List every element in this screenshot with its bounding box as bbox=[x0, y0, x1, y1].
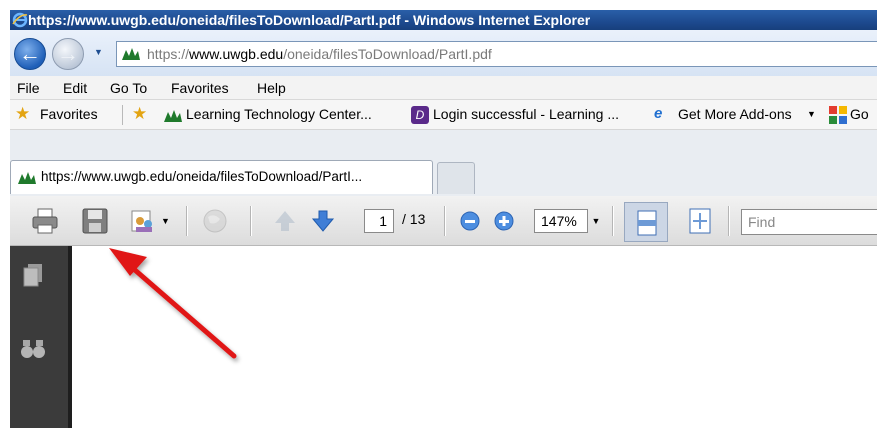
recent-pages-dropdown-icon[interactable]: ▼ bbox=[94, 47, 103, 57]
back-arrow-icon: ← bbox=[19, 41, 41, 66]
tab-row: https://www.uwgb.edu/oneida/filesToDownl… bbox=[10, 130, 877, 196]
fit-page-icon[interactable] bbox=[687, 207, 713, 235]
title-bar: https://www.uwgb.edu/oneida/filesToDownl… bbox=[10, 10, 877, 30]
tab-title: https://www.uwgb.edu/oneida/filesToDownl… bbox=[41, 169, 363, 184]
web-globe-icon bbox=[203, 209, 227, 233]
previous-page-icon bbox=[275, 211, 295, 231]
add-favorite-icon[interactable]: ★ bbox=[132, 104, 147, 124]
site-favicon-icon bbox=[18, 172, 36, 184]
favorite-login-successful[interactable]: Login successful - Learning ... bbox=[433, 106, 619, 122]
back-button[interactable]: ← bbox=[14, 38, 46, 70]
search-binoculars-icon[interactable] bbox=[20, 338, 46, 360]
forward-button[interactable]: → bbox=[52, 38, 84, 70]
site-favicon-icon bbox=[121, 46, 141, 62]
desire2learn-icon: D bbox=[411, 106, 429, 124]
google-icon bbox=[829, 106, 847, 124]
save-icon[interactable] bbox=[80, 207, 110, 235]
toolbar-separator bbox=[612, 206, 614, 236]
pages-panel-icon[interactable] bbox=[22, 262, 44, 288]
page-number-input[interactable]: 1 bbox=[364, 209, 394, 233]
favorite-go[interactable]: Go bbox=[850, 106, 869, 122]
page-count: / 13 bbox=[402, 211, 426, 227]
collaborate-dropdown-icon[interactable]: ▼ bbox=[161, 216, 170, 226]
favorite-learning-technology-center[interactable]: Learning Technology Center... bbox=[186, 106, 372, 122]
menu-file[interactable]: File bbox=[17, 80, 40, 96]
menu-go-to[interactable]: Go To bbox=[110, 80, 147, 96]
zoom-out-icon[interactable] bbox=[458, 207, 482, 235]
favorites-button[interactable]: Favorites bbox=[40, 106, 98, 122]
menu-bar: File Edit Go To Favorites Help bbox=[10, 76, 877, 100]
address-bar[interactable]: https://www.uwgb.edu/oneida/filesToDownl… bbox=[116, 41, 877, 67]
address-scheme: https:// bbox=[147, 46, 190, 62]
tab-pdf[interactable]: https://www.uwgb.edu/oneida/filesToDownl… bbox=[10, 160, 433, 194]
pdf-document-area[interactable] bbox=[72, 246, 877, 428]
favorites-separator bbox=[122, 105, 123, 125]
pdf-toolbar: ▼ 1 / 13 147% ▼ Find bbox=[10, 196, 877, 246]
favorites-bar: ★ Favorites ★ Learning Technology Center… bbox=[10, 100, 877, 130]
internet-explorer-icon bbox=[12, 12, 28, 28]
menu-favorites[interactable]: Favorites bbox=[171, 80, 229, 96]
address-row: ← → ▼ https://www.uwgb.edu/oneida/filesT… bbox=[10, 30, 877, 76]
toolbar-separator bbox=[186, 206, 188, 236]
navigation-panel bbox=[10, 246, 72, 428]
next-page-icon[interactable] bbox=[310, 207, 336, 235]
favorite-get-more-addons[interactable]: Get More Add-ons bbox=[678, 106, 792, 122]
address-path: /oneida/filesToDownload/PartI.pdf bbox=[283, 46, 492, 62]
favorites-star-icon: ★ bbox=[15, 104, 31, 123]
toolbar-separator bbox=[728, 206, 730, 236]
window-title: https://www.uwgb.edu/oneida/filesToDownl… bbox=[28, 12, 591, 28]
ie-addons-icon: e bbox=[654, 105, 663, 122]
print-icon[interactable] bbox=[30, 207, 60, 235]
toolbar-separator bbox=[250, 206, 252, 236]
zoom-level-input[interactable]: 147% bbox=[534, 209, 588, 233]
new-tab-button[interactable] bbox=[437, 162, 475, 194]
find-input[interactable]: Find bbox=[741, 209, 877, 235]
toolbar-separator bbox=[444, 206, 446, 236]
forward-arrow-icon: → bbox=[57, 41, 79, 66]
site-favicon-icon bbox=[164, 110, 182, 122]
address-domain: www.uwgb.edu bbox=[189, 46, 284, 62]
fit-width-icon bbox=[637, 210, 657, 236]
menu-help[interactable]: Help bbox=[257, 80, 286, 96]
menu-edit[interactable]: Edit bbox=[63, 80, 87, 96]
fit-width-button[interactable] bbox=[624, 202, 668, 242]
zoom-in-icon[interactable] bbox=[492, 207, 516, 235]
collaborate-icon[interactable] bbox=[128, 207, 158, 235]
addons-dropdown-icon[interactable]: ▼ bbox=[807, 109, 816, 119]
browser-window: https://www.uwgb.edu/oneida/filesToDownl… bbox=[10, 10, 877, 428]
zoom-dropdown-icon[interactable]: ▼ bbox=[588, 209, 604, 233]
